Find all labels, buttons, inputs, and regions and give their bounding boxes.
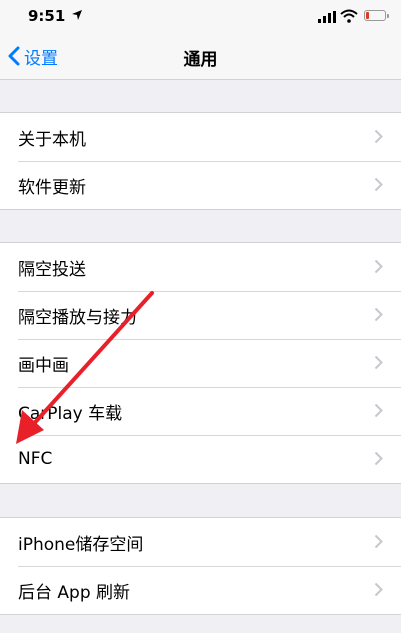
chevron-right-icon (374, 451, 383, 466)
wifi-icon (340, 9, 358, 23)
chevron-right-icon (374, 307, 383, 322)
chevron-right-icon (374, 403, 383, 418)
row-background-app-refresh[interactable]: 后台 App 刷新 (0, 566, 401, 614)
row-software-update[interactable]: 软件更新 (0, 161, 401, 209)
row-label: 关于本机 (18, 129, 86, 150)
row-about[interactable]: 关于本机 (0, 113, 401, 161)
row-label: 后台 App 刷新 (18, 582, 131, 603)
row-picture-in-picture[interactable]: 画中画 (0, 339, 401, 387)
row-label: 软件更新 (18, 177, 86, 198)
row-label: CarPlay 车载 (18, 403, 123, 424)
location-arrow-icon (72, 10, 82, 20)
battery-level-fill (366, 12, 369, 19)
row-carplay[interactable]: CarPlay 车载 (0, 387, 401, 435)
status-time: 9:51 (28, 7, 66, 25)
row-airdrop[interactable]: 隔空投送 (0, 243, 401, 291)
page-title: 通用 (183, 50, 218, 70)
status-bar: 9:51 (0, 0, 401, 34)
battery-icon (364, 10, 389, 21)
row-label: NFC (18, 449, 53, 469)
settings-group-storage: iPhone储存空间 后台 App 刷新 (0, 517, 401, 615)
chevron-right-icon (374, 259, 383, 274)
navigation-bar: 设置 通用 (0, 34, 401, 80)
row-label: iPhone储存空间 (18, 534, 144, 555)
chevron-right-icon (374, 177, 383, 192)
row-nfc[interactable]: NFC (0, 435, 401, 483)
signal-icon (318, 11, 336, 23)
settings-group-about: 关于本机 软件更新 (0, 112, 401, 210)
row-label: 隔空投送 (18, 259, 86, 280)
chevron-right-icon (374, 129, 383, 144)
chevron-right-icon (374, 355, 383, 370)
chevron-right-icon (374, 534, 383, 549)
row-iphone-storage[interactable]: iPhone储存空间 (0, 518, 401, 566)
settings-group-connectivity: 隔空投送 隔空播放与接力 画中画 CarPlay 车载 NFC (0, 242, 401, 484)
row-label: 画中画 (18, 355, 69, 376)
row-label: 隔空播放与接力 (18, 307, 137, 328)
row-airplay-handoff[interactable]: 隔空播放与接力 (0, 291, 401, 339)
chevron-right-icon (374, 582, 383, 597)
